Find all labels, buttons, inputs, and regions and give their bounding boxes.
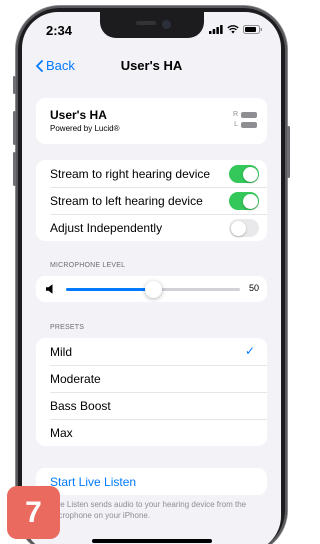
preset-label: Mild [50, 344, 73, 359]
volume-down-button [13, 152, 16, 186]
left-battery: L [234, 121, 257, 128]
front-camera [162, 20, 171, 29]
preset-moderate[interactable]: Moderate [36, 365, 267, 392]
home-indicator[interactable] [92, 539, 212, 543]
battery-icon [241, 111, 257, 118]
power-button [287, 126, 290, 178]
wifi-icon [227, 25, 239, 34]
adjust-independently-toggle[interactable] [229, 219, 259, 237]
stream-left-label: Stream to left hearing device [50, 193, 203, 208]
streaming-card: Stream to right hearing device Stream to… [36, 160, 267, 241]
preset-label: Bass Boost [50, 398, 111, 413]
device-name: User's HA [50, 108, 107, 122]
stream-right-toggle[interactable] [229, 165, 259, 183]
toggle-knob [230, 220, 246, 236]
stream-left-row: Stream to left hearing device [36, 187, 267, 214]
volume-up-button [13, 111, 16, 145]
silent-switch [13, 76, 16, 94]
start-live-listen-button[interactable]: Start Live Listen [36, 468, 267, 495]
slider-fill [66, 288, 153, 291]
live-listen-footer: Live Listen sends audio to your hearing … [50, 500, 247, 520]
adjust-independently-label: Adjust Independently [50, 220, 163, 235]
notch [100, 12, 204, 38]
presets-card: Mild ✓ Moderate Bass Boost Max [36, 338, 267, 446]
preset-label: Moderate [50, 371, 101, 386]
presets-section-label: PRESETS [50, 324, 85, 331]
battery-icon [241, 121, 257, 128]
speaker-grille [136, 21, 156, 25]
navigation-bar: Back User's HA [22, 56, 281, 80]
microphone-level-value: 50 [248, 283, 259, 293]
stream-right-row: Stream to right hearing device [36, 160, 267, 187]
slider-thumb[interactable] [144, 281, 162, 298]
preset-label: Max [50, 425, 73, 440]
stream-right-label: Stream to right hearing device [50, 166, 211, 181]
right-battery: R [233, 111, 257, 118]
status-icons [209, 25, 263, 34]
adjust-independently-row: Adjust Independently [36, 214, 267, 241]
signal-icon [209, 25, 223, 34]
page-title: User's HA [120, 58, 183, 73]
left-battery-label: L [234, 121, 238, 128]
microphone-card: 50 [36, 276, 267, 302]
toggle-knob [242, 193, 258, 209]
preset-mild[interactable]: Mild ✓ [36, 338, 267, 365]
battery-icon [243, 25, 262, 34]
phone-screen: 2:34 Back User's HA User's HA Powered by… [22, 12, 281, 544]
device-subtitle: Powered by Lucid® [50, 124, 120, 133]
microphone-section-label: MICROPHONE LEVEL [50, 262, 126, 269]
toggle-knob [242, 166, 258, 182]
status-time: 2:34 [46, 23, 73, 38]
speaker-icon [46, 284, 53, 294]
live-listen-card: Start Live Listen [36, 468, 267, 495]
step-number-badge: 7 [7, 486, 60, 539]
right-battery-label: R [232, 111, 238, 118]
device-card: User's HA Powered by Lucid® R L [36, 98, 267, 144]
preset-bass-boost[interactable]: Bass Boost [36, 392, 267, 419]
stream-left-toggle[interactable] [229, 192, 259, 210]
microphone-slider[interactable] [66, 281, 240, 298]
checkmark-icon: ✓ [244, 344, 255, 358]
preset-max[interactable]: Max [36, 419, 267, 446]
